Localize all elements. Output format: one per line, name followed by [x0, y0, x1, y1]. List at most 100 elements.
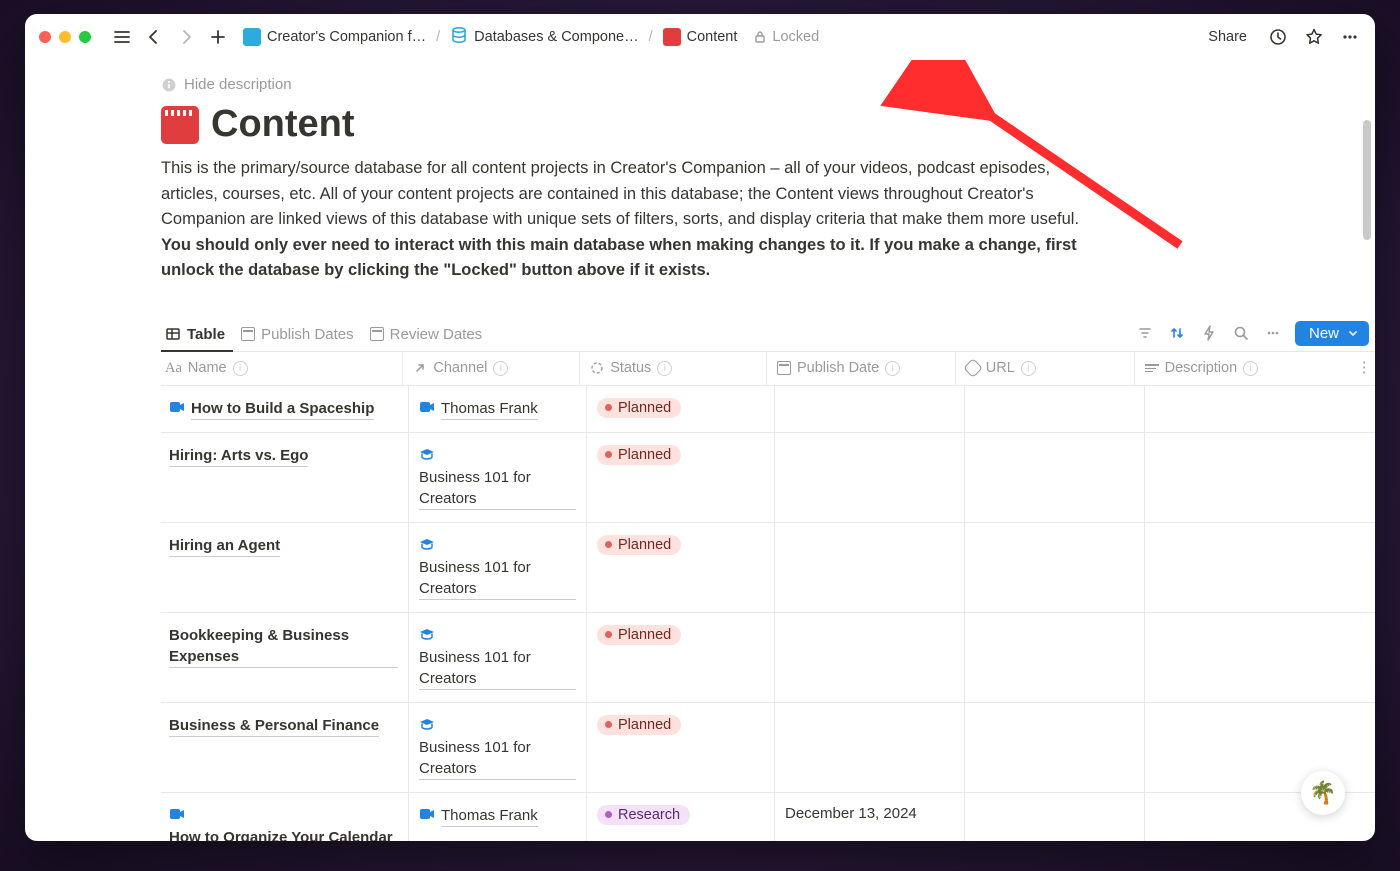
cell-url[interactable] [965, 613, 1145, 702]
locked-button[interactable]: Locked [747, 26, 825, 48]
video-icon [169, 400, 185, 414]
page-icon[interactable] [161, 106, 199, 144]
minimize-icon[interactable] [59, 31, 71, 43]
cell-desc[interactable] [1145, 613, 1365, 702]
cell-status[interactable]: Planned [587, 386, 775, 432]
more-icon[interactable] [1339, 26, 1361, 48]
help-fab[interactable]: 🌴 [1301, 771, 1345, 815]
cell-channel[interactable]: Business 101 for Creators [409, 433, 587, 522]
course-icon [419, 537, 435, 551]
cell-status[interactable]: Research [587, 793, 775, 841]
cell-status[interactable]: Planned [587, 613, 775, 702]
breadcrumb-item-0[interactable]: Creator's Companion f… [239, 25, 430, 49]
table-body: How to Build a SpaceshipThomas FrankPlan… [161, 386, 1375, 841]
cell-name[interactable]: Hiring an Agent [161, 523, 409, 612]
col-header-channel[interactable]: Channeli [403, 352, 580, 385]
cell-date[interactable] [775, 613, 965, 702]
col-header-more[interactable]: ⋮ [1353, 352, 1375, 385]
col-header-name[interactable]: AaNamei [157, 352, 403, 385]
calendar-icon [370, 327, 384, 341]
col-header-date[interactable]: Publish Datei [767, 352, 956, 385]
page-title-row: Content [161, 103, 1375, 146]
page-title[interactable]: Content [211, 103, 355, 146]
cell-date[interactable] [775, 523, 965, 612]
table-row[interactable]: How to Build a SpaceshipThomas FrankPlan… [161, 386, 1375, 433]
breadcrumb-item-2[interactable]: Content [659, 25, 742, 49]
new-button[interactable]: New [1295, 321, 1369, 346]
breadcrumb-item-1[interactable]: Databases & Compone… [446, 23, 642, 52]
star-icon[interactable] [1303, 26, 1325, 48]
forward-icon[interactable] [175, 26, 197, 48]
breadcrumb-sep: / [436, 29, 440, 45]
view-actions: New [1135, 321, 1375, 350]
cell-date[interactable] [775, 433, 965, 522]
table-row[interactable]: Business & Personal FinanceBusiness 101 … [161, 703, 1375, 793]
cell-date[interactable] [775, 386, 965, 432]
cell-status[interactable]: Planned [587, 433, 775, 522]
automation-icon[interactable] [1199, 323, 1219, 343]
row-name: Hiring an Agent [169, 535, 280, 557]
cell-date[interactable] [775, 703, 965, 792]
clock-icon[interactable] [1267, 26, 1289, 48]
tab-table[interactable]: Table [161, 320, 233, 351]
filter-icon[interactable] [1135, 323, 1155, 343]
cell-url[interactable] [965, 386, 1145, 432]
cell-name[interactable]: How to Organize Your Calendar [161, 793, 409, 841]
video-icon [419, 400, 435, 414]
cell-name[interactable]: Bookkeeping & Business Expenses [161, 613, 409, 702]
back-icon[interactable] [143, 26, 165, 48]
maximize-icon[interactable] [79, 31, 91, 43]
hamburger-icon[interactable] [111, 26, 133, 48]
sort-icon[interactable] [1167, 323, 1187, 343]
col-header-url[interactable]: URLi [956, 352, 1135, 385]
cell-name[interactable]: Hiring: Arts vs. Ego [161, 433, 409, 522]
search-icon[interactable] [1231, 323, 1251, 343]
row-channel: Business 101 for Creators [419, 467, 576, 510]
cell-url[interactable] [965, 793, 1145, 841]
locked-label: Locked [772, 29, 819, 45]
hide-description-button[interactable]: Hide description [161, 72, 1375, 103]
close-icon[interactable] [39, 31, 51, 43]
database-icon [450, 26, 468, 49]
cell-channel[interactable]: Thomas Frank [409, 386, 587, 432]
calendar-icon [241, 327, 255, 341]
cell-url[interactable] [965, 523, 1145, 612]
page-description[interactable]: This is the primary/source database for … [161, 156, 1091, 284]
tab-review-dates[interactable]: Review Dates [366, 320, 491, 351]
cell-url[interactable] [965, 433, 1145, 522]
table-row[interactable]: Bookkeeping & Business Expenses Business … [161, 613, 1375, 703]
desc-plain: This is the primary/source database for … [161, 159, 1079, 228]
more-icon[interactable] [1263, 323, 1283, 343]
cell-desc[interactable] [1145, 386, 1365, 432]
scrollbar[interactable] [1363, 120, 1371, 240]
table-row[interactable]: Hiring an Agent Business 101 for Creators… [161, 523, 1375, 613]
lock-icon [753, 30, 767, 44]
new-page-icon[interactable] [207, 26, 229, 48]
share-button[interactable]: Share [1202, 26, 1253, 48]
tab-publish-dates[interactable]: Publish Dates [237, 320, 362, 351]
cell-channel[interactable]: Business 101 for Creators [409, 523, 587, 612]
cell-status[interactable]: Planned [587, 703, 775, 792]
cell-name[interactable]: How to Build a Spaceship [161, 386, 409, 432]
cell-date[interactable]: December 13, 2024 [775, 793, 965, 841]
app-window: Creator's Companion f… / Databases & Com… [25, 14, 1375, 841]
col-header-desc[interactable]: Descriptioni [1135, 352, 1354, 385]
cell-status[interactable]: Planned [587, 523, 775, 612]
table-row[interactable]: Hiring: Arts vs. EgoBusiness 101 for Cre… [161, 433, 1375, 523]
cell-desc[interactable] [1145, 433, 1365, 522]
cell-url[interactable] [965, 703, 1145, 792]
tab-label: Review Dates [390, 326, 483, 343]
course-icon [419, 717, 435, 731]
hide-description-label: Hide description [184, 76, 292, 93]
video-icon [169, 807, 185, 821]
table-row[interactable]: How to Organize Your CalendarThomas Fran… [161, 793, 1375, 841]
cell-channel[interactable]: Business 101 for Creators [409, 703, 587, 792]
col-header-status[interactable]: Statusi [580, 352, 767, 385]
cell-channel[interactable]: Thomas Frank [409, 793, 587, 841]
info-icon: i [1021, 361, 1036, 376]
cell-desc[interactable] [1145, 523, 1365, 612]
row-name: Bookkeeping & Business Expenses [169, 625, 398, 668]
clapper-icon [663, 28, 681, 46]
cell-channel[interactable]: Business 101 for Creators [409, 613, 587, 702]
cell-name[interactable]: Business & Personal Finance [161, 703, 409, 792]
